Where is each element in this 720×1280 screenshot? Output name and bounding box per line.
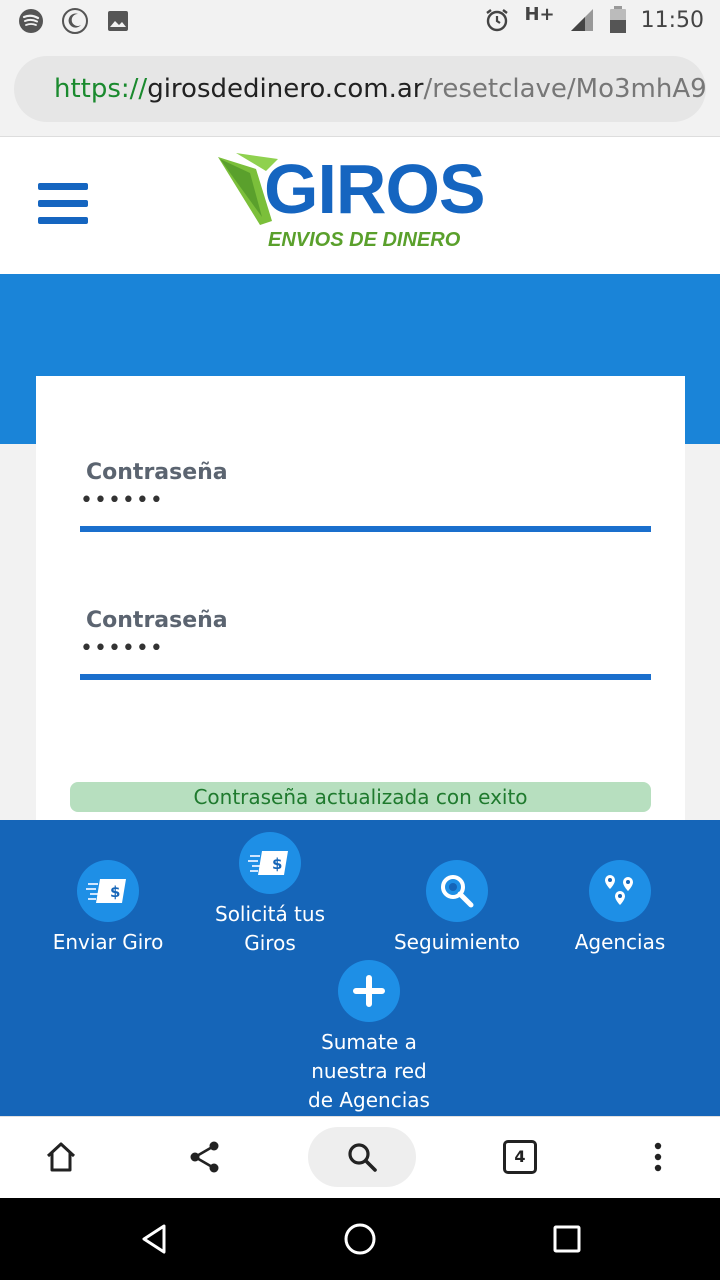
menu-button[interactable] bbox=[38, 183, 88, 225]
nav-sumate-label-1: Sumate a bbox=[321, 1030, 417, 1054]
share-icon bbox=[190, 1141, 219, 1173]
system-nav-bar bbox=[0, 1198, 720, 1280]
site-header: GIROS ENVIOS DE DINERO bbox=[0, 137, 720, 274]
url-scheme: https:// bbox=[54, 74, 148, 104]
nav-enviar-giro-label: Enviar Giro bbox=[52, 930, 164, 954]
tabs-count-icon: 4 bbox=[503, 1140, 537, 1174]
home-button[interactable] bbox=[41, 1137, 81, 1177]
battery-icon bbox=[609, 6, 626, 33]
url-host: girosdedinero.com.ar bbox=[147, 74, 424, 104]
logo-brand: GIROS bbox=[264, 150, 486, 228]
nav-agencias[interactable]: Agencias bbox=[535, 860, 705, 957]
nav-solicita-label-2: Giros bbox=[244, 931, 296, 955]
plus-icon bbox=[338, 960, 400, 1022]
nav-sumate-red[interactable]: Sumate a nuestra red de Agencias bbox=[284, 960, 454, 1115]
password-label: Contraseña bbox=[86, 460, 228, 485]
nav-seguimiento-label: Seguimiento bbox=[393, 930, 521, 954]
url-text: https://girosdedinero.com.ar/resetclave/… bbox=[54, 74, 706, 104]
search-button[interactable] bbox=[308, 1127, 416, 1187]
more-vert-icon bbox=[654, 1142, 662, 1172]
reset-password-card: Contraseña •••••• Contraseña •••••• Cont… bbox=[36, 376, 685, 836]
tabs-button[interactable]: 4 bbox=[500, 1137, 540, 1177]
confirm-password-value[interactable]: •••••• bbox=[80, 636, 164, 661]
alarm-icon bbox=[486, 9, 509, 32]
logo-tagline: ENVIOS DE DINERO bbox=[268, 229, 461, 251]
moon-icon bbox=[62, 8, 88, 34]
nav-enviar-giro[interactable]: $ Enviar Giro bbox=[23, 860, 193, 957]
more-options-button[interactable] bbox=[638, 1137, 678, 1177]
svg-text:$: $ bbox=[272, 855, 282, 873]
home-icon bbox=[46, 1142, 76, 1172]
address-bar[interactable]: https://girosdedinero.com.ar/resetclave/… bbox=[14, 56, 706, 122]
nav-agencias-label: Agencias bbox=[574, 930, 666, 954]
url-path: /resetclave/Mo3mhA9 bbox=[423, 74, 706, 104]
recents-square-icon bbox=[553, 1225, 581, 1253]
nav-sumate-label-2: nuestra red bbox=[311, 1059, 427, 1083]
input-underline bbox=[80, 526, 651, 532]
browser-bottom-bar: 4 bbox=[0, 1116, 720, 1199]
status-bar-right: H+ 11:50 bbox=[484, 3, 704, 34]
giros-logo[interactable]: GIROS ENVIOS DE DINERO bbox=[216, 147, 486, 262]
menu-line bbox=[38, 217, 88, 224]
search-track-icon bbox=[426, 860, 488, 922]
nav-solicita-giros[interactable]: $ Solicitá tus Giros bbox=[185, 832, 355, 958]
footer-nav: $ Enviar Giro $ Solicitá tus Giros Segui… bbox=[0, 820, 720, 1116]
home-circle-icon bbox=[344, 1223, 376, 1255]
search-icon bbox=[348, 1143, 377, 1172]
success-alert: Contraseña actualizada con exito bbox=[70, 782, 651, 812]
nav-seguimiento[interactable]: Seguimiento bbox=[372, 860, 542, 957]
status-bar: H+ 11:50 bbox=[0, 0, 720, 44]
home-circle-button[interactable] bbox=[340, 1219, 380, 1259]
spotify-icon bbox=[19, 9, 43, 33]
input-underline bbox=[80, 674, 651, 680]
signal-icon bbox=[570, 9, 593, 31]
map-pin-icon bbox=[589, 860, 651, 922]
nav-solicita-label-1: Solicitá tus bbox=[215, 902, 325, 926]
recents-button[interactable] bbox=[547, 1219, 587, 1259]
money-card-icon: $ bbox=[239, 832, 301, 894]
browser-toolbar: https://girosdedinero.com.ar/resetclave/… bbox=[0, 44, 720, 137]
image-icon bbox=[108, 11, 128, 31]
svg-text:$: $ bbox=[110, 883, 120, 901]
menu-line bbox=[38, 183, 88, 190]
status-bar-left bbox=[18, 8, 130, 34]
nav-sumate-label-3: de Agencias bbox=[308, 1088, 430, 1112]
password-value[interactable]: •••••• bbox=[80, 488, 164, 513]
confirm-password-label: Contraseña bbox=[86, 608, 228, 633]
money-card-icon: $ bbox=[77, 860, 139, 922]
status-time: 11:50 bbox=[640, 7, 704, 33]
back-triangle-icon bbox=[142, 1224, 166, 1254]
menu-line bbox=[38, 200, 88, 207]
share-button[interactable] bbox=[185, 1137, 225, 1177]
back-button[interactable] bbox=[134, 1219, 174, 1259]
network-type: H+ bbox=[524, 3, 555, 25]
